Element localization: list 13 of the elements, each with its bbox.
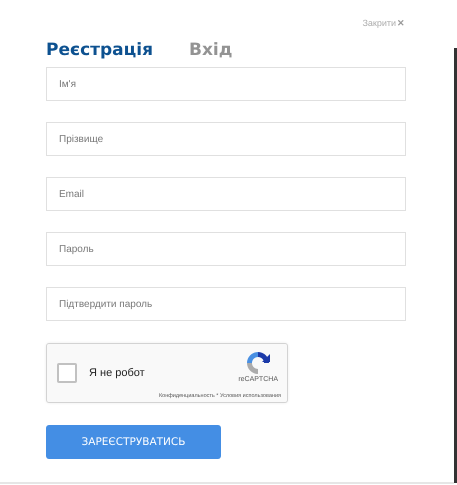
input-field[interactable]: Ім'я <box>46 67 406 101</box>
close-icon: ✕ <box>397 18 405 28</box>
input-field[interactable]: Підтвердити пароль <box>46 287 406 321</box>
input-field[interactable]: Пароль <box>46 232 406 266</box>
register-button[interactable]: ЗАРЕЄСТРУВАТИСЬ <box>46 425 221 459</box>
tab[interactable]: Вхід <box>188 34 232 65</box>
checkbox[interactable] <box>57 363 77 383</box>
captcha-label: Я не робот <box>89 367 145 379</box>
input-field[interactable]: Прізвище <box>46 122 406 156</box>
input-field[interactable]: Email <box>46 177 406 211</box>
close-button[interactable]: Закрити✕ <box>362 17 405 29</box>
recaptcha-icon <box>244 350 272 376</box>
tab[interactable]: Реєстрація <box>46 34 153 65</box>
